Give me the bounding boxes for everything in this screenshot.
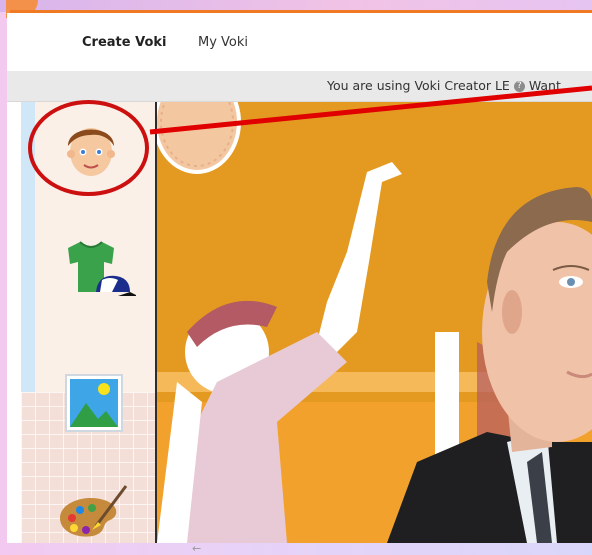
net-post [435, 332, 459, 462]
color-palette-icon [60, 485, 128, 537]
back-arrow-icon[interactable]: ← [192, 542, 201, 555]
background-button[interactable] [46, 355, 136, 445]
top-navigation: Create Voki My Voki [7, 13, 592, 71]
notice-upgrade-link[interactable]: Want [529, 78, 561, 93]
nav-create-voki[interactable]: Create Voki [82, 35, 166, 50]
player-arm-silhouette [317, 162, 402, 352]
notice-message: You are using Voki Creator LE [327, 78, 510, 93]
color-button[interactable] [46, 472, 136, 543]
help-icon[interactable]: ? [513, 81, 525, 92]
character-ear [502, 290, 522, 334]
stage-artwork [157, 102, 592, 543]
notice-text: You are using Voki Creator LE? Want [327, 78, 561, 93]
tennis-racket-graphic [157, 102, 241, 174]
annotation-circle [28, 100, 149, 196]
clothing-icon [68, 241, 138, 296]
voki-page: Create Voki My Voki You are using Voki C… [7, 13, 592, 543]
nav-my-voki[interactable]: My Voki [198, 35, 248, 50]
clothing-button[interactable] [46, 230, 138, 320]
background-image-icon [65, 374, 123, 432]
preview-stage[interactable] [157, 102, 592, 543]
creator-le-notice: You are using Voki Creator LE? Want [7, 71, 592, 102]
